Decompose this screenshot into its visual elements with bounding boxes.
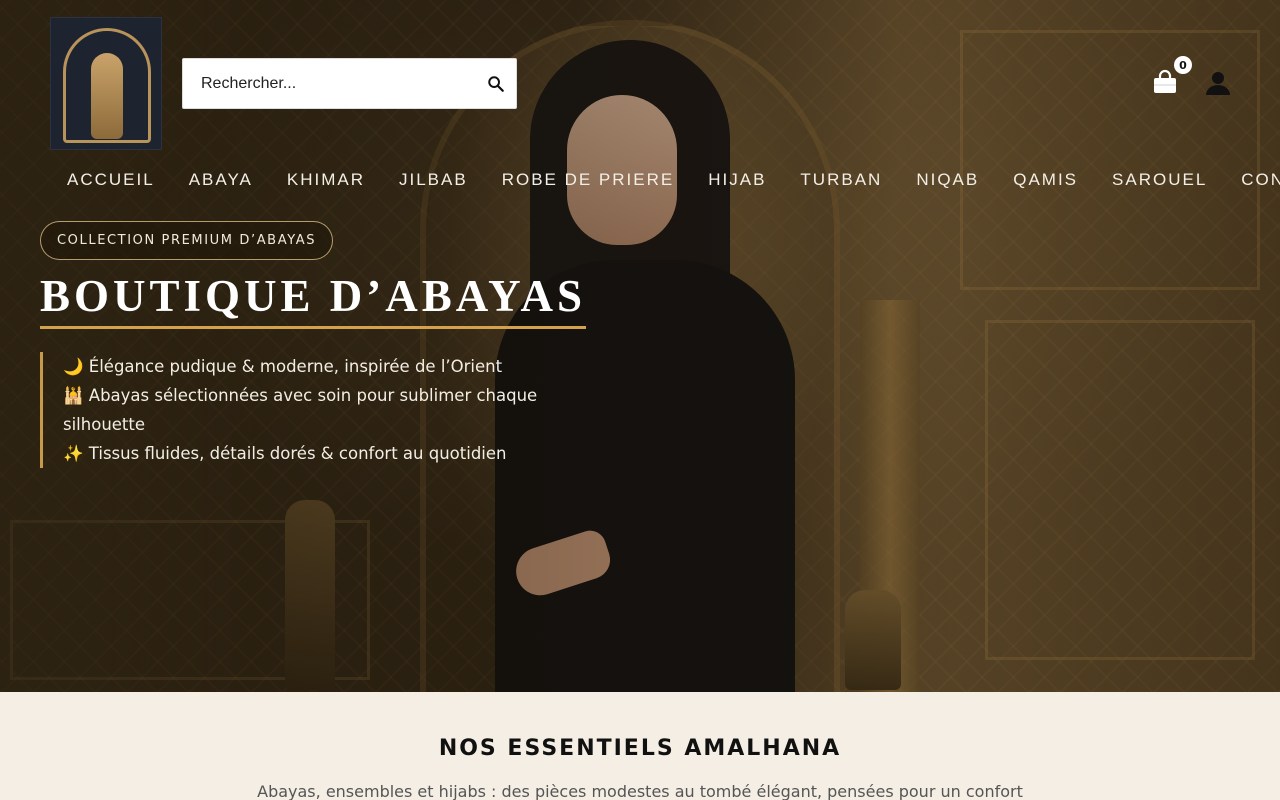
mosque-icon: 🕌 (63, 386, 84, 405)
nav-item-abaya[interactable]: ABAYA (172, 170, 270, 190)
search-bar[interactable]: Rechercher... (182, 58, 517, 109)
moon-icon: 🌙 (63, 357, 84, 376)
hero-features: 🌙 Élégance pudique & moderne, inspirée d… (40, 352, 560, 468)
site-logo[interactable] (50, 17, 162, 150)
nav-item-contact[interactable]: CONT (1224, 170, 1280, 190)
main-nav: ACCUEIL ABAYA KHIMAR JILBAB ROBE DE PRIERE HI… (50, 170, 1280, 192)
feature-text: Abayas sélectionnées avec soin pour subl… (63, 386, 538, 434)
nav-item-hijab[interactable]: HIJAB (691, 170, 783, 190)
search-input[interactable]: Rechercher... (183, 75, 476, 93)
nav-item-robe-de-priere[interactable]: ROBE DE PRIERE (485, 170, 692, 190)
feature-item: ✨ Tissus fluides, détails dorés & confor… (63, 439, 560, 468)
search-icon[interactable] (476, 58, 516, 109)
cart-count-badge: 0 (1174, 56, 1192, 74)
nav-item-qamis[interactable]: QAMIS (996, 170, 1095, 190)
nav-item-khimar[interactable]: KHIMAR (270, 170, 382, 190)
nav-item-turban[interactable]: TURBAN (783, 170, 899, 190)
feature-item: 🌙 Élégance pudique & moderne, inspirée d… (63, 352, 560, 381)
logo-figure-icon (91, 53, 123, 139)
nav-item-accueil[interactable]: ACCUEIL (50, 170, 172, 190)
hero-title: BOUTIQUE D’ABAYAS (40, 270, 587, 329)
feature-text: Tissus fluides, détails dorés & confort … (88, 444, 507, 463)
nav-item-jilbab[interactable]: JILBAB (382, 170, 485, 190)
collection-badge-label: COLLECTION PREMIUM D’ABAYAS (57, 233, 317, 248)
cart-icon[interactable] (1151, 68, 1179, 96)
section-description: Abayas, ensembles et hijabs : des pièces… (257, 782, 1023, 800)
nav-item-sarouel[interactable]: SAROUEL (1095, 170, 1224, 190)
feature-text: Élégance pudique & moderne, inspirée de … (88, 357, 503, 376)
sparkles-icon: ✨ (63, 444, 84, 463)
collection-badge: COLLECTION PREMIUM D’ABAYAS (40, 221, 334, 260)
feature-item: 🕌 Abayas sélectionnées avec soin pour su… (63, 381, 560, 439)
account-icon[interactable] (1205, 70, 1231, 96)
nav-item-niqab[interactable]: NIQAB (899, 170, 996, 190)
section-title: NOS ESSENTIELS AMALHANA (438, 736, 842, 761)
